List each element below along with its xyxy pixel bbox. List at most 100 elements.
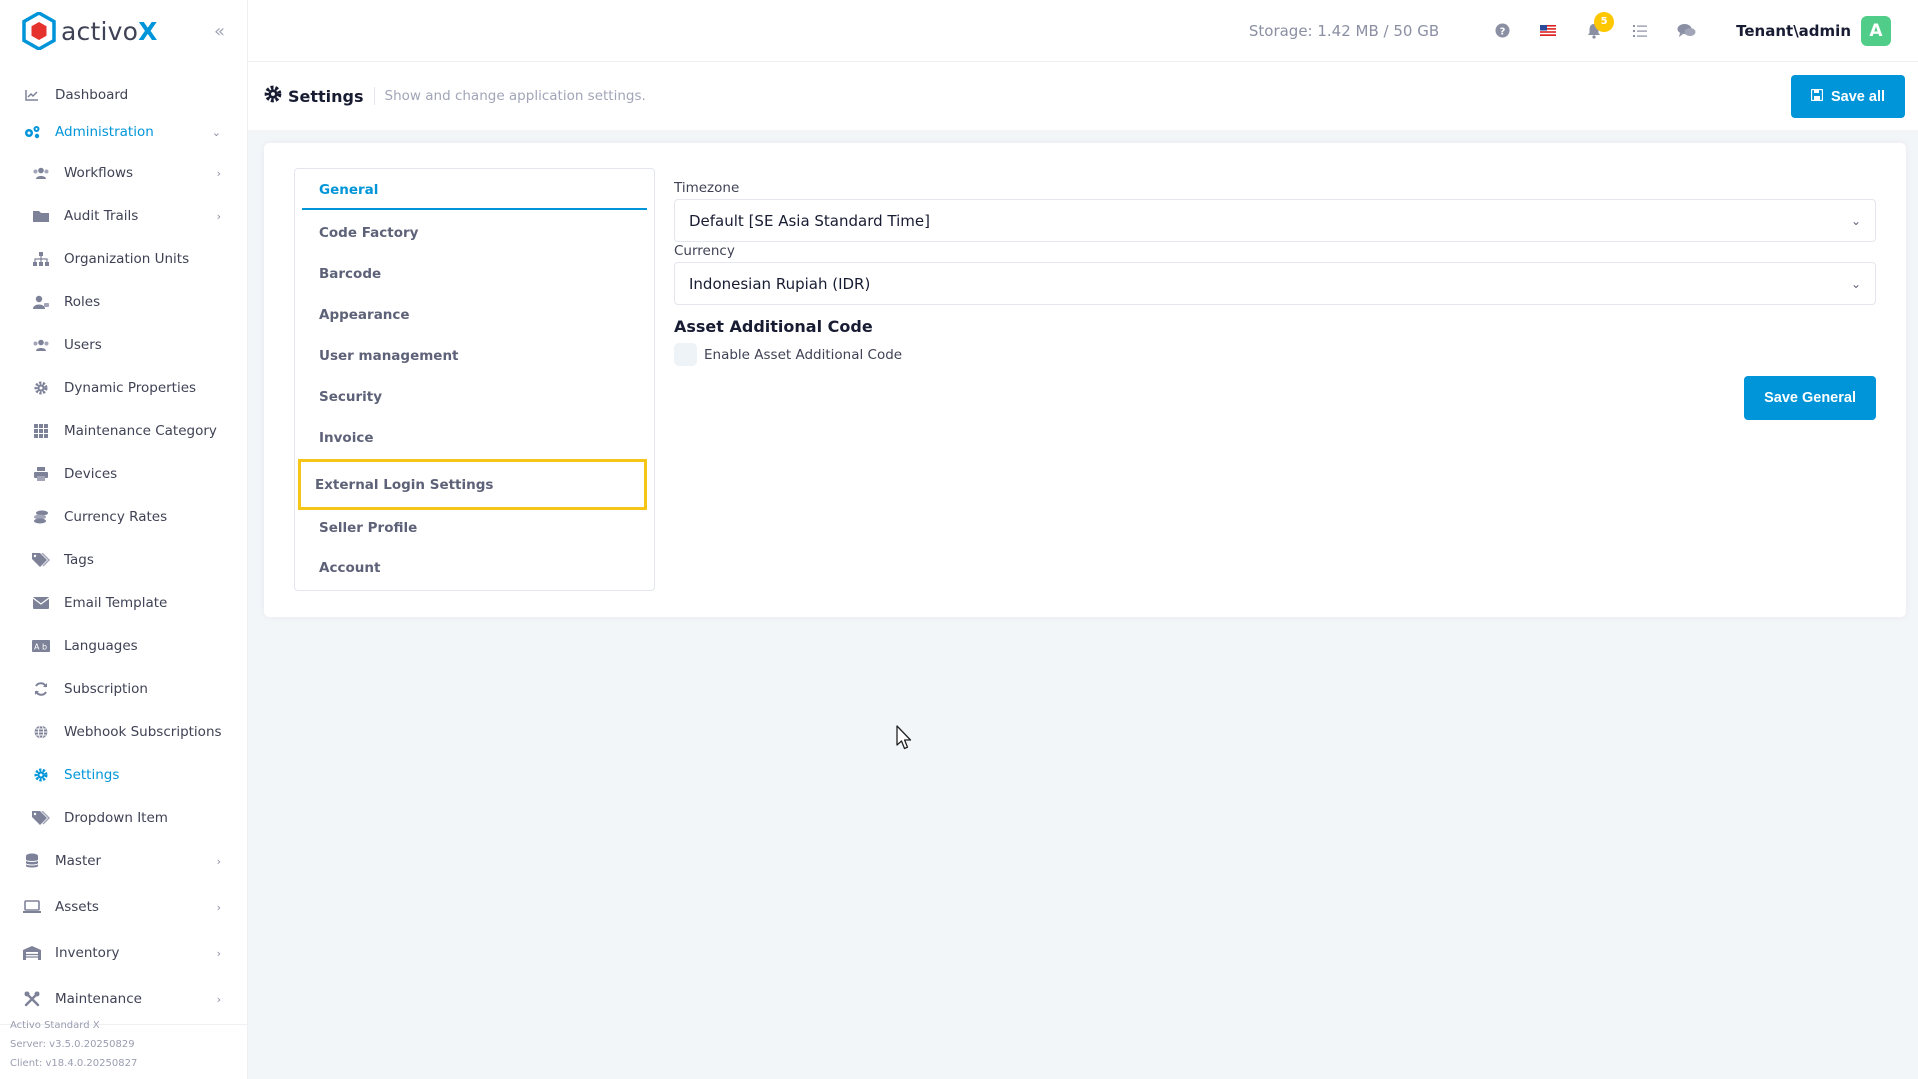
sidebar-item-label: Settings [64,767,120,783]
currency-label: Currency [674,243,735,259]
sidebar-item-maintenance-category[interactable]: Maintenance Category [0,414,247,448]
tab-invoice[interactable]: Invoice [302,419,647,457]
sidebar-item-administration[interactable]: Administration ⌄ [0,115,247,149]
sidebar-item-audit-trails[interactable]: Audit Trails › [0,199,247,233]
avatar[interactable]: A [1861,15,1891,46]
user-tag-icon [32,293,50,311]
save-all-button[interactable]: Save all [1790,75,1905,118]
cogs-icon [23,123,41,141]
svg-text:?: ? [1499,26,1505,37]
chevron-right-icon: › [216,992,221,1006]
tab-external-login-settings[interactable]: External Login Settings [298,459,647,510]
sidebar-item-label: Audit Trails [64,208,139,224]
users-icon [32,164,50,182]
sidebar: activoX « Dashboard Administration ⌄ Wor… [0,0,248,1079]
sidebar-item-webhook-subscriptions[interactable]: Webhook Subscriptions [0,715,247,749]
chart-line-icon [23,86,41,104]
sidebar-item-inventory[interactable]: Inventory › [0,936,247,970]
version-info: Activo Standard X Server: v3.5.0.2025082… [10,1016,137,1073]
sidebar-item-label: Inventory [55,945,120,961]
timezone-value: Default [SE Asia Standard Time] [689,211,930,230]
bell-icon[interactable]: 5 [1584,11,1615,41]
chevron-right-icon: › [216,209,221,223]
envelope-icon [32,594,50,612]
sidebar-item-tags[interactable]: Tags [0,543,247,577]
mouse-cursor-icon [896,725,912,750]
database-icon [23,852,41,870]
collapse-sidebar-icon[interactable]: « [214,21,225,42]
server-version: Server: v3.5.0.20250829 [10,1039,135,1050]
sidebar-item-label: Workflows [64,165,134,181]
gear-icon [32,379,50,397]
tags-icon [32,809,50,827]
svg-text:b: b [42,643,47,652]
sidebar-item-currency-rates[interactable]: Currency Rates [0,500,247,534]
sitemap-icon [32,250,50,268]
chat-icon[interactable] [1676,21,1696,41]
storage-usage: Storage: 1.42 MB / 50 GB [1248,21,1440,40]
sidebar-item-master[interactable]: Master › [0,844,247,878]
sidebar-item-languages[interactable]: Ab Languages [0,629,247,663]
save-all-label: Save all [1830,88,1885,105]
chevron-right-icon: › [216,166,221,180]
tab-seller-profile[interactable]: Seller Profile [302,509,647,547]
sidebar-item-assets[interactable]: Assets › [0,890,247,924]
sidebar-item-label: Users [64,337,102,353]
timezone-select[interactable]: Default [SE Asia Standard Time] ⌄ [674,199,1876,242]
floppy-disk-icon [1810,88,1824,105]
sidebar-item-label: Administration [55,124,154,140]
sidebar-item-organization-units[interactable]: Organization Units [0,242,247,276]
page-subheader: Settings Show and change application set… [248,62,1918,130]
sidebar-item-dashboard[interactable]: Dashboard [0,78,247,112]
svg-text:A: A [34,643,40,652]
printer-icon [32,465,50,483]
sidebar-item-label: Dropdown Item [64,810,168,826]
timezone-label: Timezone [674,180,740,196]
sidebar-item-dynamic-properties[interactable]: Dynamic Properties [0,371,247,405]
tab-barcode[interactable]: Barcode [302,255,647,293]
users-icon [32,336,50,354]
brand-name: activoX [61,16,158,46]
sidebar-item-label: Maintenance [55,991,142,1007]
settings-card: General Code Factory Barcode Appearance … [263,142,1907,618]
sidebar-item-maintenance[interactable]: Maintenance › [0,982,247,1016]
tab-code-factory[interactable]: Code Factory [302,214,647,252]
enable-asset-additional-code-checkbox[interactable] [674,343,697,366]
globe-icon [32,723,50,741]
sidebar-item-subscription[interactable]: Subscription [0,672,247,706]
sidebar-item-label: Master [55,853,102,869]
folder-icon [32,207,50,225]
sidebar-item-workflows[interactable]: Workflows › [0,156,247,190]
us-flag-icon[interactable] [1538,21,1558,41]
page-title: Settings [288,86,364,106]
brand: activoX « [0,0,247,62]
sidebar-item-roles[interactable]: Roles [0,285,247,319]
activox-logo-icon [22,12,56,50]
sidebar-item-email-template[interactable]: Email Template [0,586,247,620]
sidebar-item-settings[interactable]: Settings [0,758,247,792]
sidebar-item-users[interactable]: Users [0,328,247,362]
warehouse-icon [23,944,41,962]
sidebar-item-devices[interactable]: Devices [0,457,247,491]
currency-select[interactable]: Indonesian Rupiah (IDR) ⌄ [674,262,1876,305]
sidebar-item-label: Organization Units [64,251,190,267]
sidebar-item-label: Email Template [64,595,168,611]
product-name: Activo Standard X [10,1020,100,1031]
save-general-button[interactable]: Save General [1744,376,1876,420]
tab-security[interactable]: Security [302,378,647,416]
sidebar-item-dropdown-item[interactable]: Dropdown Item [0,801,247,835]
sidebar-item-label: Devices [64,466,118,482]
enable-asset-additional-code-label: Enable Asset Additional Code [704,346,903,363]
task-list-icon[interactable] [1630,21,1650,41]
tab-appearance[interactable]: Appearance [302,296,647,334]
tab-account[interactable]: Account [302,549,647,587]
sidebar-item-label: Subscription [64,681,148,697]
chevron-right-icon: › [216,900,221,914]
chevron-down-icon: ⌄ [211,125,221,139]
user-name[interactable]: Tenant\admin [1736,22,1851,40]
tab-user-management[interactable]: User management [302,337,647,375]
chevron-down-icon: ⌄ [1850,276,1861,291]
help-icon[interactable]: ? [1492,21,1512,41]
tab-general[interactable]: General [302,172,647,210]
grid-icon [32,422,50,440]
